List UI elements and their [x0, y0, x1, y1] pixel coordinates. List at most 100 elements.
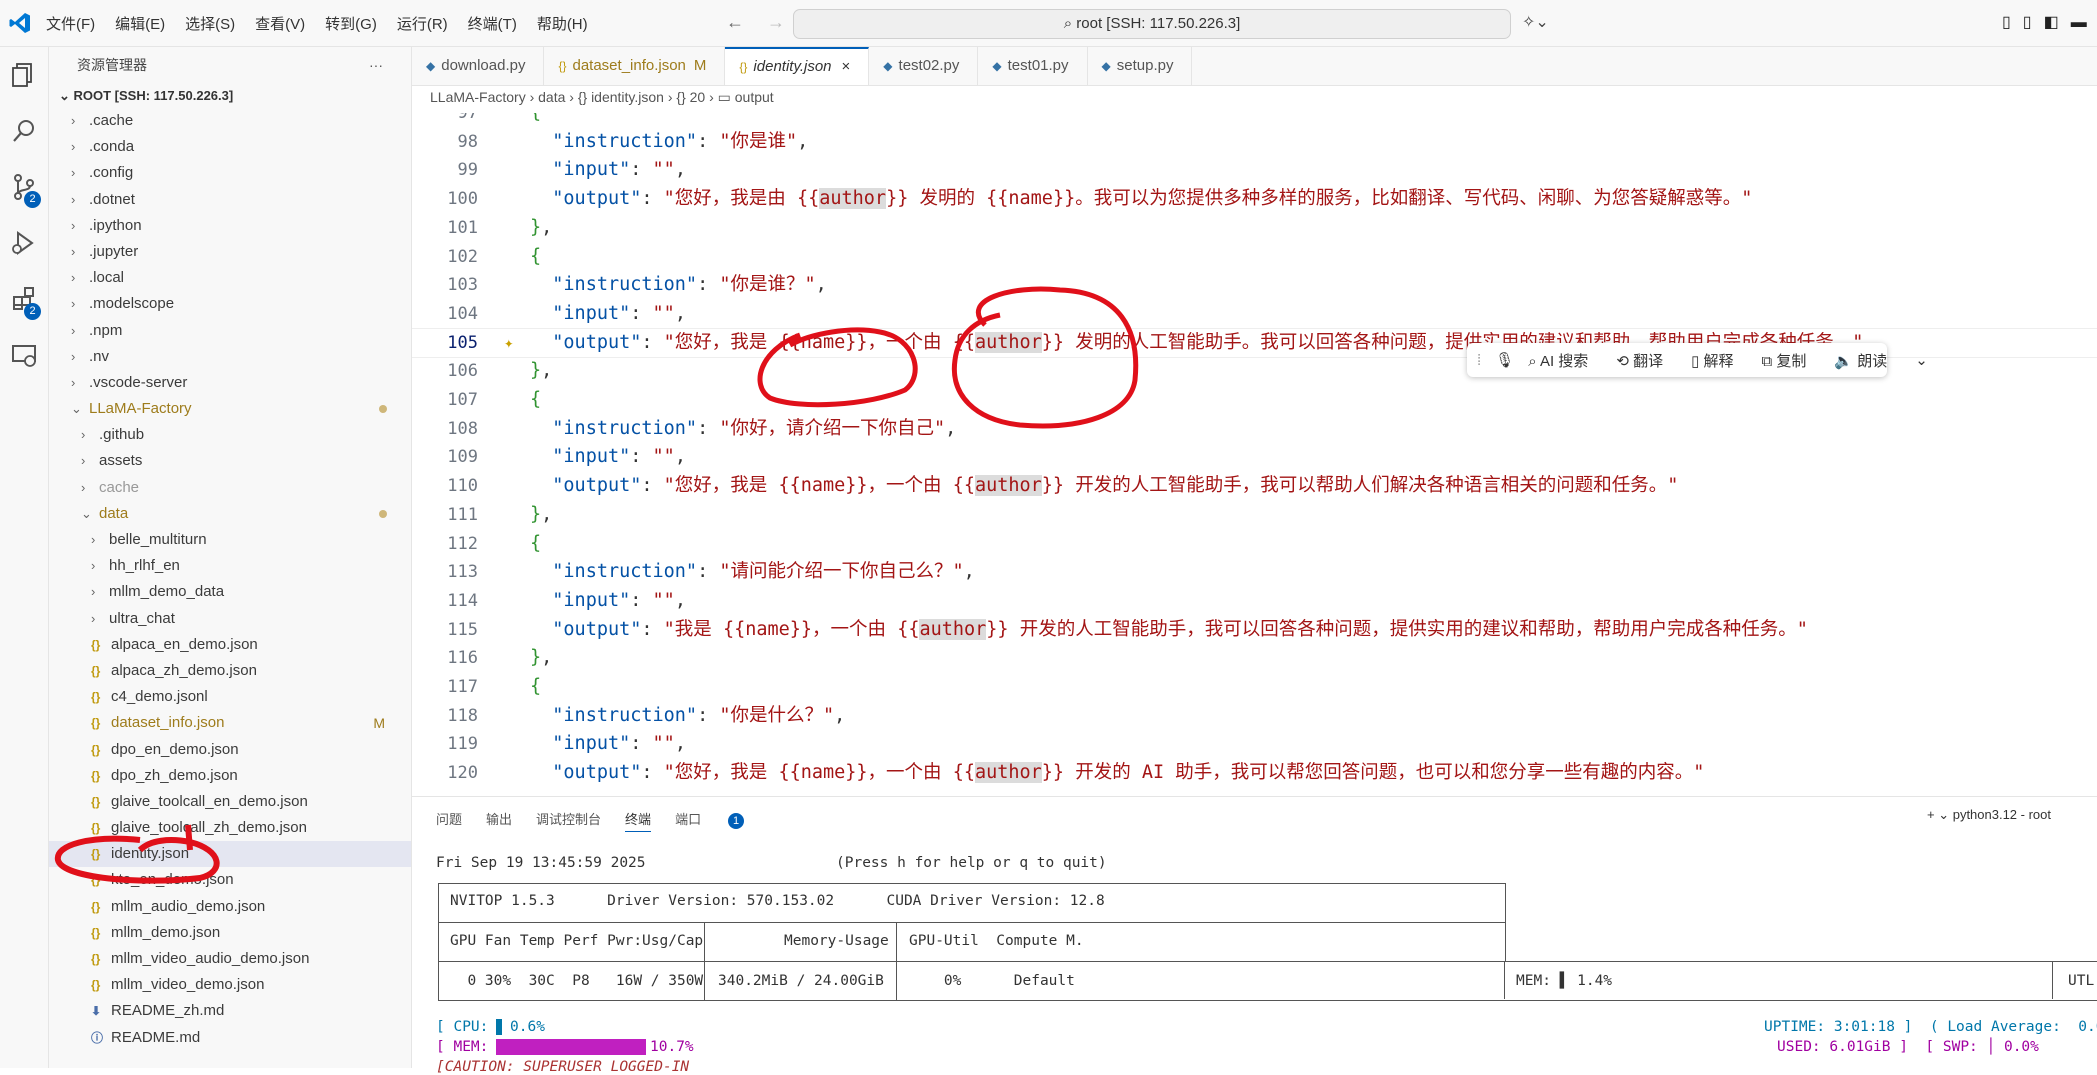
mic-icon[interactable]: 🎙	[1495, 351, 1514, 369]
code-line[interactable]: 102 {	[412, 243, 2097, 272]
forward-arrow-icon[interactable]: →	[767, 12, 785, 32]
back-arrow-icon[interactable]: ←	[726, 12, 744, 32]
breadcrumb[interactable]: LLaMA-Factory › data › {} identity.json …	[430, 89, 774, 106]
code-line[interactable]: 116},	[412, 644, 2097, 673]
code-line[interactable]: 111},	[412, 501, 2097, 530]
code-line[interactable]: 98 "instruction": "你是谁",	[412, 128, 2097, 157]
tree-item-mllm-audio-demo-json[interactable]: {} mllm_audio_demo.json	[49, 894, 411, 920]
tree-item-vscode-server[interactable]: › .vscode-server	[49, 370, 411, 396]
tree-item-dotnet[interactable]: › .dotnet	[49, 187, 411, 213]
code-line[interactable]: 101},	[412, 214, 2097, 243]
tab-test02-py[interactable]: ◆ test02.py	[869, 47, 979, 85]
tree-item-ultra-chat[interactable]: › ultra_chat	[49, 606, 411, 632]
tree-item-dpo-zh-demo-json[interactable]: {} dpo_zh_demo.json	[49, 763, 411, 789]
tree-item-hh-rlhf-en[interactable]: › hh_rlhf_en	[49, 553, 411, 579]
tree-item-mllm-video-audio-demo-json[interactable]: {} mllm_video_audio_demo.json	[49, 946, 411, 972]
tab-debug-console[interactable]: 调试控制台	[536, 809, 601, 832]
workspace-root[interactable]: ⌄ ROOT [SSH: 117.50.226.3]	[49, 83, 411, 108]
tree-item-data[interactable]: ⌄ data	[49, 501, 411, 527]
copy-button[interactable]: ⧉ 复制	[1762, 350, 1821, 371]
tree-item-local[interactable]: › .local	[49, 265, 411, 291]
code-line[interactable]: 99 "input": "",	[412, 156, 2097, 185]
tree-item-identity-json[interactable]: {} identity.json	[49, 841, 411, 868]
read-aloud-button[interactable]: 🔈 朗读	[1834, 350, 1901, 371]
command-center[interactable]: ⌕ root [SSH: 117.50.226.3]	[793, 9, 1511, 39]
tab-setup-py[interactable]: ◆ setup.py	[1088, 47, 1193, 85]
tree-item-kto-en-demo-json[interactable]: {} kto_en_demo.json	[49, 867, 411, 893]
menu-edit[interactable]: 编辑(E)	[115, 13, 165, 34]
code-view[interactable]: 97{98 "instruction": "你是谁",99 "input": "…	[412, 113, 2097, 795]
translate-button[interactable]: ⟲ 翻译	[1616, 350, 1677, 371]
tree-item-modelscope[interactable]: › .modelscope	[49, 291, 411, 317]
tab-download-py[interactable]: ◆ download.py	[412, 47, 545, 85]
explorer-icon[interactable]	[8, 59, 40, 91]
tree-item-mllm-demo-data[interactable]: › mllm_demo_data	[49, 579, 411, 605]
tree-item-dataset-info-json[interactable]: {} dataset_info.json M	[49, 710, 411, 736]
chevron-down-icon[interactable]: ⌄	[1915, 351, 1928, 369]
menu-terminal[interactable]: 终端(T)	[468, 13, 517, 34]
toggle-panel-icon[interactable]: ▬	[2071, 14, 2097, 31]
menu-file[interactable]: 文件(F)	[46, 13, 95, 34]
code-line[interactable]: 118 "instruction": "你是什么？",	[412, 702, 2097, 731]
menu-help[interactable]: 帮助(H)	[537, 13, 588, 34]
toggle-sidebar-icon[interactable]: ◧	[2044, 14, 2071, 31]
code-line[interactable]: 103 "instruction": "你是谁？",	[412, 271, 2097, 300]
tree-item-alpaca-en-demo-json[interactable]: {} alpaca_en_demo.json	[49, 632, 411, 658]
tree-item-ipython[interactable]: › .ipython	[49, 213, 411, 239]
tab-ports[interactable]: 端口 1	[675, 809, 768, 832]
copilot-icon[interactable]: ✧⌄	[1522, 12, 1549, 32]
remote-explorer-icon[interactable]	[8, 339, 40, 371]
tab-output[interactable]: 输出	[486, 809, 512, 832]
sparkle-icon[interactable]: ✦	[504, 329, 514, 358]
code-line[interactable]: 100 "output": "您好，我是由 {{author}} 发明的 {{n…	[412, 185, 2097, 214]
code-line[interactable]: 112 {	[412, 530, 2097, 559]
code-line[interactable]: 107 {	[412, 386, 2097, 415]
tree-item-glaive-toolcall-zh-demo-json[interactable]: {} glaive_toolcall_zh_demo.json	[49, 815, 411, 841]
menu-view[interactable]: 查看(V)	[255, 13, 305, 34]
code-line[interactable]: 104 "input": "",	[412, 300, 2097, 329]
tree-item-mllm-video-demo-json[interactable]: {} mllm_video_demo.json	[49, 972, 411, 998]
drag-handle-icon[interactable]: ⁞	[1477, 352, 1481, 369]
code-line[interactable]: 110 "output": "您好，我是 {{name}}，一个由 {{auth…	[412, 472, 2097, 501]
menu-go[interactable]: 转到(G)	[325, 13, 377, 34]
more-actions-icon[interactable]: ···	[369, 47, 383, 83]
tree-item-config[interactable]: › .config	[49, 160, 411, 186]
tree-item-assets[interactable]: › assets	[49, 448, 411, 474]
tree-item-jupyter[interactable]: › .jupyter	[49, 239, 411, 265]
tree-item-npm[interactable]: › .npm	[49, 318, 411, 344]
close-icon[interactable]: ×	[842, 58, 851, 75]
tree-item-glaive-toolcall-en-demo-json[interactable]: {} glaive_toolcall_en_demo.json	[49, 789, 411, 815]
tree-item-readme-zh-md[interactable]: ⬇ README_zh.md	[49, 998, 411, 1024]
terminal-selector[interactable]: + ⌄ python3.12 - root	[1927, 807, 2051, 823]
run-debug-icon[interactable]	[8, 227, 40, 259]
code-line[interactable]: 109 "input": "",	[412, 443, 2097, 472]
tree-item-dpo-en-demo-json[interactable]: {} dpo_en_demo.json	[49, 737, 411, 763]
tab-identity-json[interactable]: {} identity.json ×	[725, 47, 870, 85]
tab-terminal[interactable]: 终端	[625, 809, 652, 832]
tab-test01-py[interactable]: ◆ test01.py	[978, 47, 1088, 85]
code-line[interactable]: 117 {	[412, 673, 2097, 702]
tree-item-github[interactable]: › .github	[49, 422, 411, 448]
code-line[interactable]: 115 "output": "我是 {{name}}，一个由 {{author}…	[412, 616, 2097, 645]
tree-item-llama-factory[interactable]: ⌄ LLaMA-Factory	[49, 396, 411, 422]
tree-item-c4-demo-jsonl[interactable]: {} c4_demo.jsonl	[49, 684, 411, 710]
tree-item-cache[interactable]: › cache	[49, 475, 411, 501]
tree-item-belle-multiturn[interactable]: › belle_multiturn	[49, 527, 411, 553]
menu-selection[interactable]: 选择(S)	[185, 13, 235, 34]
code-line[interactable]: 119 "input": "",	[412, 730, 2097, 759]
code-line[interactable]: 113 "instruction": "请问能介绍一下你自己么？",	[412, 558, 2097, 587]
tree-item-nv[interactable]: › .nv	[49, 344, 411, 370]
tree-item-conda[interactable]: › .conda	[49, 134, 411, 160]
tree-item-readme-md[interactable]: ⓘ README.md	[49, 1025, 411, 1051]
explain-button[interactable]: ▯ 解释	[1691, 350, 1747, 371]
tree-item-cache[interactable]: › .cache	[49, 108, 411, 134]
toggle-layout-icon[interactable]: ▯▯	[2002, 14, 2044, 31]
tab-problems[interactable]: 问题	[436, 809, 462, 832]
code-line[interactable]: 120 "output": "您好，我是 {{name}}，一个由 {{auth…	[412, 759, 2097, 788]
tree-item-mllm-demo-json[interactable]: {} mllm_demo.json	[49, 920, 411, 946]
code-line[interactable]: 108 "instruction": "你好，请介绍一下你自己",	[412, 415, 2097, 444]
code-line[interactable]: 97 {	[412, 113, 2097, 128]
search-icon[interactable]	[8, 115, 40, 147]
tab-dataset-info-json[interactable]: {} dataset_info.json M	[544, 47, 726, 85]
menu-run[interactable]: 运行(R)	[397, 13, 448, 34]
